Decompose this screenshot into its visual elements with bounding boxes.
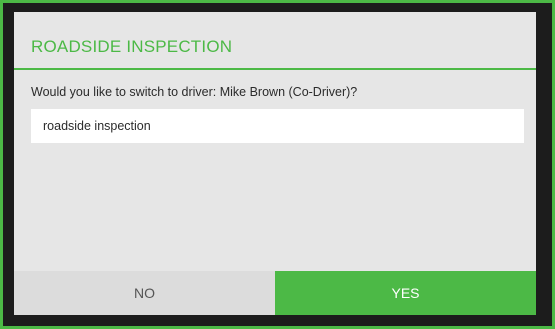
reason-input[interactable]: roadside inspection: [31, 109, 524, 143]
switch-driver-dialog: ROADSIDE INSPECTION Would you like to sw…: [14, 12, 536, 315]
yes-button[interactable]: YES: [275, 271, 536, 315]
dialog-prompt: Would you like to switch to driver: Mike…: [31, 85, 358, 99]
no-button[interactable]: NO: [14, 271, 275, 315]
dialog-header: ROADSIDE INSPECTION: [14, 12, 536, 70]
device-frame: ROADSIDE INSPECTION Would you like to sw…: [3, 3, 552, 326]
dialog-title: ROADSIDE INSPECTION: [31, 37, 233, 56]
dialog-actions: NO YES: [14, 271, 536, 315]
dialog-body: Would you like to switch to driver: Mike…: [14, 70, 536, 271]
